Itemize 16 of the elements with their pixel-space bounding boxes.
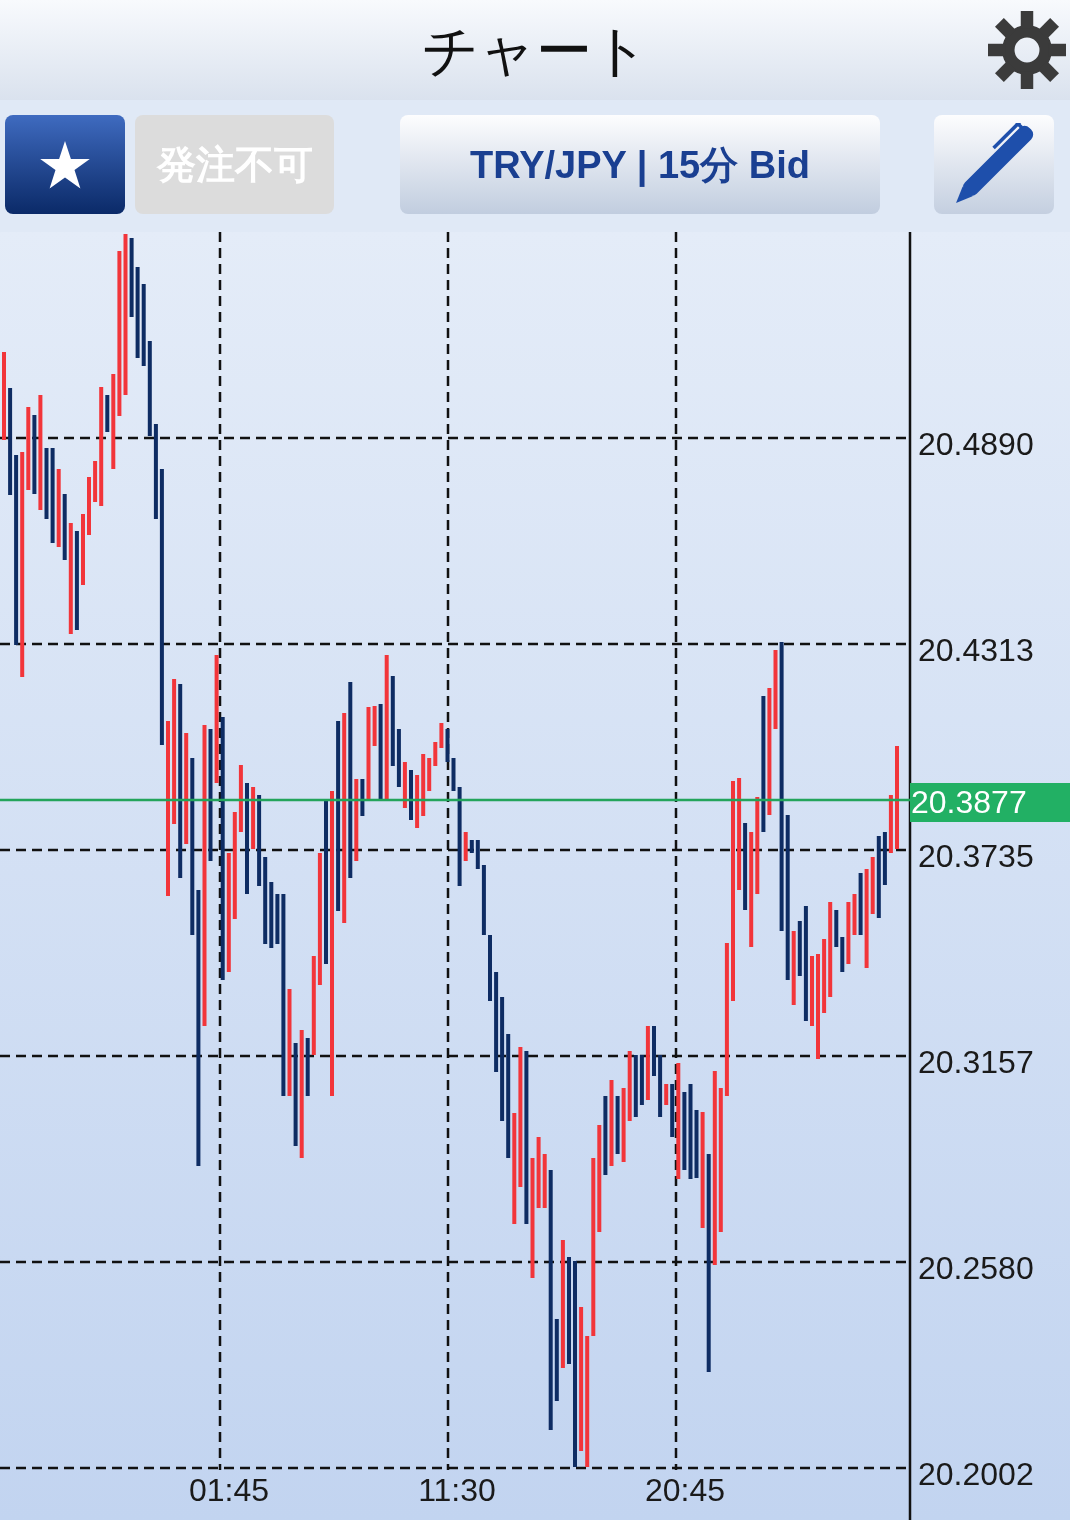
time-axis-label: 01:45 — [188, 1472, 270, 1508]
star-icon — [40, 140, 90, 189]
price-axis-label: 20.3735 — [918, 838, 1034, 874]
price-axis-label: 20.4313 — [918, 632, 1034, 668]
price-axis-label: 20.4890 — [918, 426, 1034, 462]
time-axis-label: 11:30 — [418, 1472, 496, 1508]
screen-title: チャート — [421, 21, 649, 79]
instrument-button[interactable]: TRY/JPY | 15分 Bid — [400, 115, 880, 214]
favorite-button[interactable] — [5, 115, 125, 214]
pen-button[interactable] — [934, 115, 1054, 214]
current-price-label: 20.3877 — [910, 783, 1070, 822]
price-axis-label: 20.2580 — [918, 1250, 1034, 1286]
price-axis-label: 20.2002 — [918, 1456, 1034, 1492]
price-axis-label: 20.3157 — [918, 1044, 1034, 1080]
time-axis-label: 20:45 — [644, 1472, 726, 1508]
settings-icon[interactable] — [988, 11, 1066, 89]
